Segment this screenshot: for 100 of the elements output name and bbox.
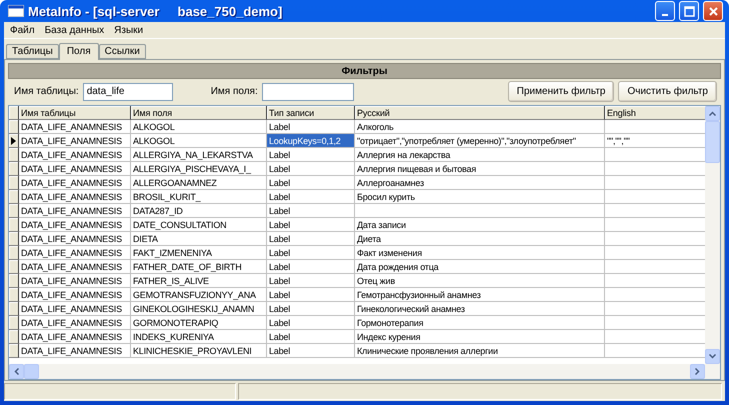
table-cell: Label <box>267 344 355 358</box>
app-icon <box>8 5 24 17</box>
row-indicator[interactable] <box>9 316 19 330</box>
filters-header: Фильтры <box>8 63 721 79</box>
table-cell: Дата рождения отца <box>355 260 605 274</box>
row-indicator[interactable] <box>9 218 19 232</box>
table-cell: Отец жив <box>355 274 605 288</box>
table-cell: DATA_LIFE_ANAMNESIS <box>19 190 131 204</box>
row-indicator[interactable] <box>9 162 19 176</box>
column-header[interactable]: Русский <box>355 106 605 120</box>
table-cell: DATE_CONSULTATION <box>131 218 267 232</box>
table-cell: BROSIL_KURIT_ <box>131 190 267 204</box>
table-name-field[interactable]: data_life <box>82 82 173 100</box>
maximize-icon <box>684 6 694 16</box>
row-indicator[interactable] <box>9 260 19 274</box>
scroll-thumb[interactable] <box>24 364 39 379</box>
minimize-icon <box>662 14 668 16</box>
horizontal-scrollbar[interactable] <box>9 364 720 379</box>
table-cell: DATA_LIFE_ANAMNESIS <box>19 246 131 260</box>
table-cell: Дата записи <box>355 218 605 232</box>
table-cell: DIETA <box>131 232 267 246</box>
row-indicator[interactable] <box>9 246 19 260</box>
table-cell: DATA_LIFE_ANAMNESIS <box>19 134 131 148</box>
table-cell: DATA_LIFE_ANAMNESIS <box>19 330 131 344</box>
table-cell: DATA_LIFE_ANAMNESIS <box>19 260 131 274</box>
row-indicator[interactable] <box>9 190 19 204</box>
table-cell: DATA_LIFE_ANAMNESIS <box>19 218 131 232</box>
table-cell: ALLERGIYA_PISCHEVAYA_I_ <box>131 162 267 176</box>
row-indicator[interactable] <box>9 232 19 246</box>
table-cell: DATA_LIFE_ANAMNESIS <box>19 274 131 288</box>
table-cell: Label <box>267 176 355 190</box>
table-cell: FAKT_IZMENENIYA <box>131 246 267 260</box>
table-cell: DATA287_ID <box>131 204 267 218</box>
table-cell: GEMOTRANSFUZIONYY_ANA <box>131 288 267 302</box>
table-cell: DATA_LIFE_ANAMNESIS <box>19 162 131 176</box>
row-indicator[interactable] <box>9 204 19 218</box>
table-cell: GORMONOTERAPIQ <box>131 316 267 330</box>
table-cell: GINEKOLOGIHESKIJ_ANAMN <box>131 302 267 316</box>
table-cell: Label <box>267 232 355 246</box>
row-indicator[interactable] <box>9 344 19 358</box>
maximize-button[interactable] <box>679 1 699 21</box>
table-cell: Бросил курить <box>355 190 605 204</box>
row-indicator[interactable] <box>9 134 19 148</box>
window-title: MetaInfo - [sql-server base_750_demo] <box>28 4 284 18</box>
table-cell: Label <box>267 330 355 344</box>
table-cell: DATA_LIFE_ANAMNESIS <box>19 148 131 162</box>
table-cell: ALKOGOL <box>131 134 267 148</box>
row-indicator[interactable] <box>9 120 19 134</box>
table-cell: Label <box>267 274 355 288</box>
column-header[interactable]: Имя поля <box>131 106 267 120</box>
table-cell: Label <box>267 260 355 274</box>
table-cell: Label <box>267 316 355 330</box>
table-cell: DATA_LIFE_ANAMNESIS <box>19 204 131 218</box>
table-cell: FATHER_DATE_OF_BIRTH <box>131 260 267 274</box>
vertical-scrollbar[interactable] <box>705 106 720 364</box>
scroll-thumb[interactable] <box>705 121 720 163</box>
column-header[interactable]: English <box>605 106 705 120</box>
row-indicator[interactable] <box>9 330 19 344</box>
filter-button[interactable]: Применить фильтр <box>508 81 614 102</box>
menu-item[interactable]: Файл <box>10 24 35 36</box>
column-header[interactable]: Тип записи <box>267 106 355 120</box>
row-indicator[interactable] <box>9 176 19 190</box>
filter-button[interactable]: Очистить фильтр <box>618 81 717 102</box>
table-cell: DATA_LIFE_ANAMNESIS <box>19 176 131 190</box>
field-name-field[interactable] <box>262 82 354 100</box>
row-indicator[interactable] <box>9 274 19 288</box>
menu-item[interactable]: База данных <box>44 24 104 36</box>
table-cell: DATA_LIFE_ANAMNESIS <box>19 316 131 330</box>
tab[interactable]: Ссылки <box>98 44 146 59</box>
table-cell: Label <box>267 204 355 218</box>
table-cell: ALLERGIYA_NA_LEKARSTVA <box>131 148 267 162</box>
table-cell: Гинекологический анамнез <box>355 302 605 316</box>
table-cell: Аллергия на лекарства <box>355 148 605 162</box>
row-indicator[interactable] <box>9 148 19 162</box>
menu-item[interactable]: Языки <box>114 24 144 36</box>
row-indicator[interactable] <box>9 302 19 316</box>
table-cell: ALKOGOL <box>131 120 267 134</box>
row-indicator[interactable] <box>9 288 19 302</box>
table-cell: Факт изменения <box>355 246 605 260</box>
grid-corner <box>9 106 19 120</box>
table-cell: INDEKS_KURENIYA <box>131 330 267 344</box>
table-cell: Label <box>267 190 355 204</box>
table-cell: Label <box>267 288 355 302</box>
tab[interactable]: Поля <box>58 43 99 60</box>
close-button[interactable] <box>703 1 723 21</box>
table-cell: Индекс курения <box>355 330 605 344</box>
table-cell: Label <box>267 162 355 176</box>
table-cell: Label <box>267 246 355 260</box>
field-label: Имя поля: <box>210 86 258 97</box>
table-cell: DATA_LIFE_ANAMNESIS <box>19 302 131 316</box>
table-cell: Алкоголь <box>355 120 605 134</box>
column-header[interactable]: Имя таблицы <box>19 106 131 120</box>
table-cell: Клинические проявления аллергии <box>355 344 605 358</box>
table-cell: Label <box>267 120 355 134</box>
table-cell: ALLERGOANAMNEZ <box>131 176 267 190</box>
table-cell: Label <box>267 148 355 162</box>
tab[interactable]: Таблицы <box>6 44 59 59</box>
minimize-button[interactable] <box>655 1 675 21</box>
table-cell: DATA_LIFE_ANAMNESIS <box>19 120 131 134</box>
table-cell: Аллергия пищевая и бытовая <box>355 162 605 176</box>
